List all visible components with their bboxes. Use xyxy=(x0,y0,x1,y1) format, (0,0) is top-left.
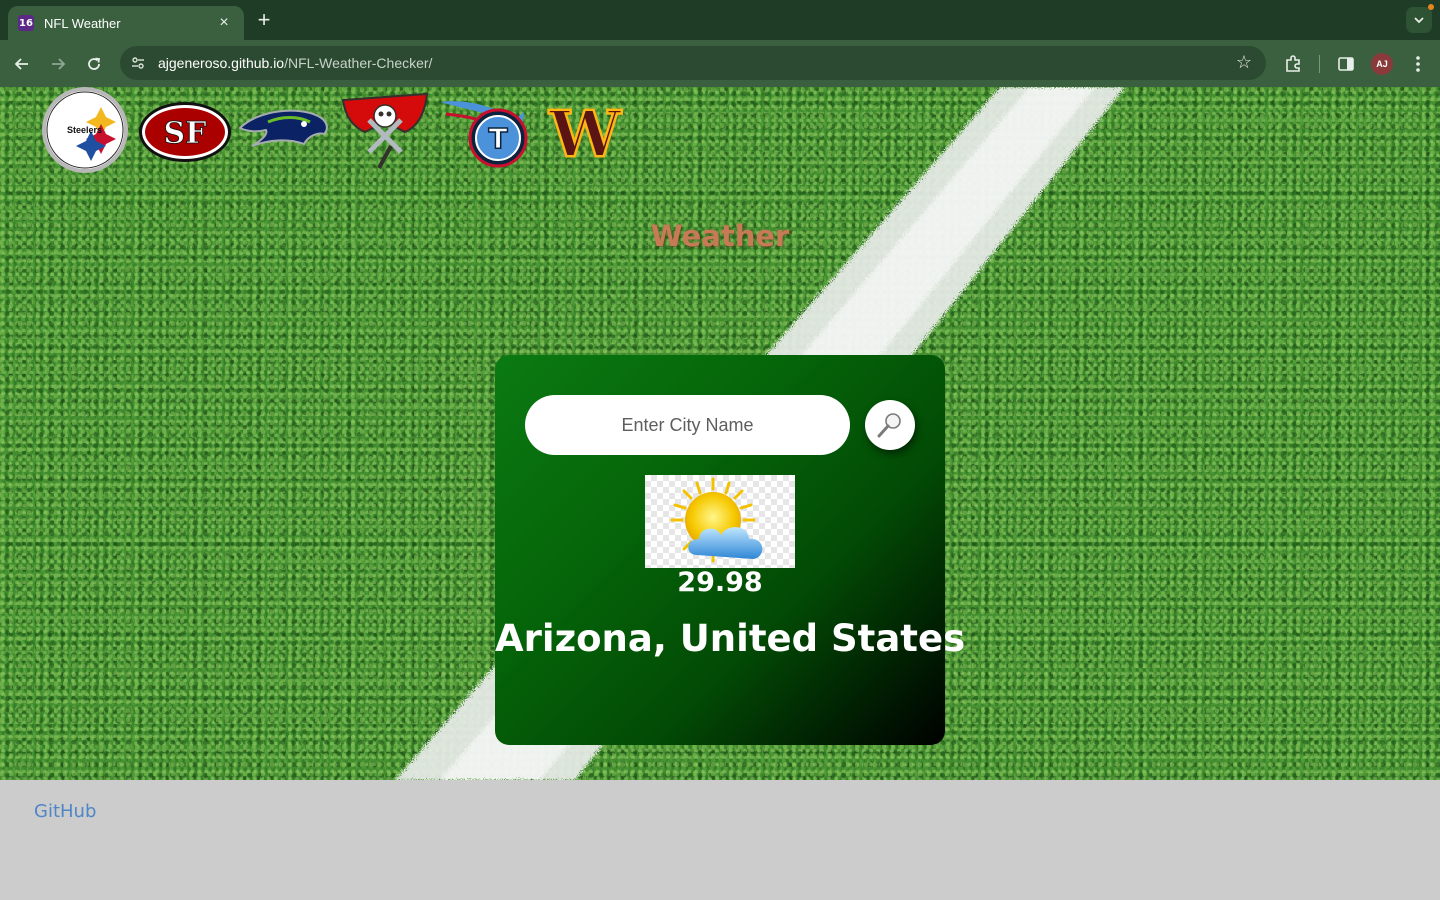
commanders-wordmark: W xyxy=(548,102,622,162)
city-search-input[interactable] xyxy=(525,395,850,455)
partly-cloudy-icon xyxy=(645,475,795,568)
profile-avatar[interactable]: AJ xyxy=(1371,53,1393,75)
page-title: Weather xyxy=(650,219,790,253)
buccaneers-logo[interactable] xyxy=(338,87,432,177)
tab-favicon-icon: 16 xyxy=(18,15,34,31)
site-info-icon[interactable] xyxy=(122,47,154,79)
commanders-logo[interactable]: W xyxy=(538,87,632,177)
back-button[interactable] xyxy=(8,50,36,78)
reload-icon xyxy=(88,57,101,70)
bookmark-star-icon[interactable]: ☆ xyxy=(1236,52,1252,73)
footer: GitHub xyxy=(0,780,1440,900)
49ers-wordmark: SF xyxy=(164,116,207,151)
magnifier-icon xyxy=(877,413,901,438)
page: Steelers SF T W Weather Enter City Name … xyxy=(0,87,1440,900)
tab-title: NFL Weather xyxy=(44,15,121,31)
more-menu-icon[interactable] xyxy=(1406,52,1430,76)
tab-close-icon[interactable]: × xyxy=(214,13,234,33)
titans-logo[interactable]: T xyxy=(438,87,532,177)
search-button[interactable] xyxy=(865,400,915,450)
location-name: Arizona, United States xyxy=(495,617,966,660)
steelers-logo[interactable]: Steelers xyxy=(38,87,132,177)
url-host: ajgeneroso.github.io xyxy=(158,55,285,71)
extensions-icon[interactable] xyxy=(1281,52,1305,76)
url-text: ajgeneroso.github.io/NFL-Weather-Checker… xyxy=(158,55,432,71)
back-arrow-icon xyxy=(14,58,28,70)
toolbar-separator xyxy=(1319,55,1320,73)
weather-card: 29.98 Arizona, United States xyxy=(495,355,966,745)
reload-button[interactable] xyxy=(80,50,108,78)
browser-toolbar: ajgeneroso.github.io/NFL-Weather-Checker… xyxy=(0,40,1440,87)
seahawks-logo[interactable] xyxy=(238,87,332,177)
url-path: /NFL-Weather-Checker/ xyxy=(284,55,433,71)
tab-strip: 16 NFL Weather × + xyxy=(0,0,1440,40)
forward-arrow-icon xyxy=(52,58,66,70)
address-bar[interactable]: ajgeneroso.github.io/NFL-Weather-Checker… xyxy=(120,46,1266,80)
titans-wordmark: T xyxy=(488,122,507,155)
chevron-down-icon xyxy=(1414,17,1424,24)
forward-button[interactable] xyxy=(44,50,72,78)
tab-search-button[interactable] xyxy=(1406,7,1432,33)
new-tab-button[interactable]: + xyxy=(252,8,276,32)
browser-tab[interactable]: 16 NFL Weather × xyxy=(8,6,244,40)
github-link[interactable]: GitHub xyxy=(34,801,96,822)
steelers-wordmark: Steelers xyxy=(67,125,102,135)
temperature-value: 29.98 xyxy=(677,567,763,598)
team-logos: Steelers SF T W xyxy=(38,87,632,177)
update-dot xyxy=(1428,4,1434,10)
side-panel-icon[interactable] xyxy=(1334,52,1358,76)
49ers-logo[interactable]: SF xyxy=(138,87,232,177)
